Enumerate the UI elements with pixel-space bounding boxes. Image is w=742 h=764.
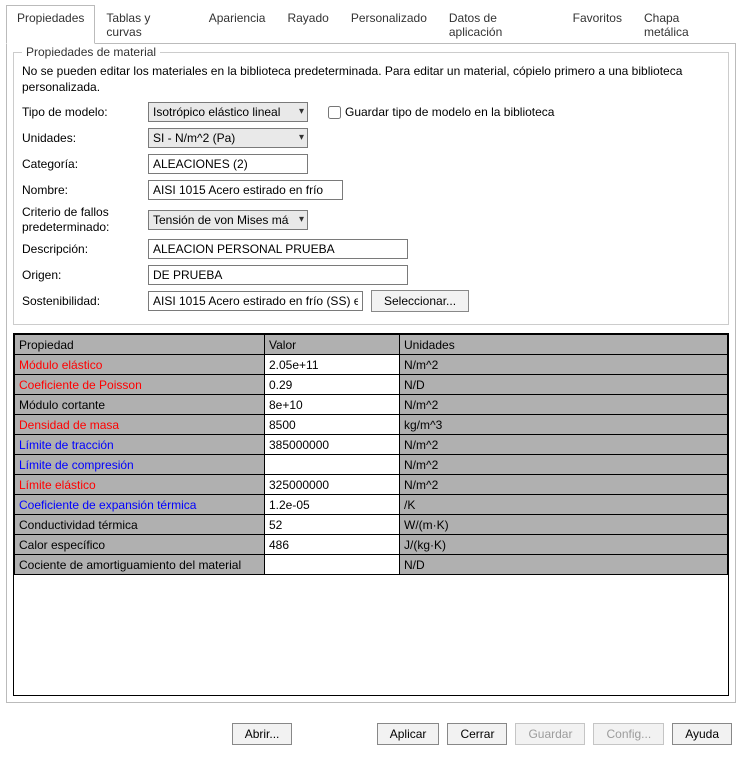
prop-value-cell[interactable]: 8e+10 [265, 395, 400, 415]
select-unidades[interactable] [148, 128, 308, 148]
label-unidades: Unidades: [22, 131, 148, 145]
prop-name-cell: Cociente de amortiguamiento del material [15, 555, 265, 575]
prop-value-cell[interactable]: 486 [265, 535, 400, 555]
col-unidades: Unidades [400, 335, 728, 355]
prop-name-cell: Límite elástico [15, 475, 265, 495]
tab-favoritos[interactable]: Favoritos [562, 5, 633, 44]
tab-bar: PropiedadesTablas y curvasAparienciaRaya… [6, 4, 736, 44]
label-sostenibilidad: Sostenibilidad: [22, 294, 148, 308]
label-guardar-tipo: Guardar tipo de modelo en la biblioteca [345, 105, 554, 119]
ayuda-button[interactable]: Ayuda [672, 723, 732, 745]
cerrar-button[interactable]: Cerrar [447, 723, 507, 745]
table-row: Coeficiente de expansión térmica1.2e-05/… [15, 495, 728, 515]
prop-name-cell: Coeficiente de Poisson [15, 375, 265, 395]
tab-apariencia[interactable]: Apariencia [198, 5, 277, 44]
material-props-fieldset: Propiedades de material No se pueden edi… [13, 52, 729, 325]
tab-rayado[interactable]: Rayado [276, 5, 339, 44]
prop-units-cell[interactable]: N/m^2 [400, 455, 728, 475]
aplicar-button[interactable]: Aplicar [377, 723, 440, 745]
abrir-button[interactable]: Abrir... [232, 723, 293, 745]
prop-name-cell: Módulo cortante [15, 395, 265, 415]
tab-tablas-y-curvas[interactable]: Tablas y curvas [95, 5, 197, 44]
prop-value-cell[interactable]: 325000000 [265, 475, 400, 495]
prop-value-cell[interactable] [265, 455, 400, 475]
table-row: Conductividad térmica52W/(m·K) [15, 515, 728, 535]
prop-units-cell[interactable]: N/m^2 [400, 435, 728, 455]
config-button[interactable]: Config... [593, 723, 664, 745]
prop-units-cell[interactable]: /K [400, 495, 728, 515]
checkbox-guardar-tipo[interactable] [328, 106, 341, 119]
tab-propiedades[interactable]: Propiedades [6, 5, 95, 44]
label-origen: Origen: [22, 268, 148, 282]
label-nombre: Nombre: [22, 183, 148, 197]
label-descripcion: Descripción: [22, 242, 148, 256]
col-valor: Valor [265, 335, 400, 355]
prop-name-cell: Calor específico [15, 535, 265, 555]
prop-name-cell: Conductividad térmica [15, 515, 265, 535]
prop-units-cell[interactable]: N/m^2 [400, 395, 728, 415]
table-empty-area [14, 575, 728, 695]
tab-personalizado[interactable]: Personalizado [340, 5, 438, 44]
prop-name-cell: Módulo elástico [15, 355, 265, 375]
table-row: Cociente de amortiguamiento del material… [15, 555, 728, 575]
label-criterio: Criterio de fallos predeterminado: [22, 205, 148, 234]
prop-name-cell: Límite de tracción [15, 435, 265, 455]
input-origen[interactable] [148, 265, 408, 285]
guardar-button[interactable]: Guardar [515, 723, 585, 745]
info-text: No se pueden editar los materiales en la… [22, 63, 720, 95]
prop-name-cell: Límite de compresión [15, 455, 265, 475]
input-categoria[interactable] [148, 154, 308, 174]
prop-value-cell[interactable]: 0.29 [265, 375, 400, 395]
fieldset-legend: Propiedades de material [22, 45, 160, 59]
seleccionar-button[interactable]: Seleccionar... [371, 290, 469, 312]
table-row: Calor específico486J/(kg·K) [15, 535, 728, 555]
prop-units-cell[interactable]: W/(m·K) [400, 515, 728, 535]
input-nombre[interactable] [148, 180, 343, 200]
prop-value-cell[interactable]: 2.05e+11 [265, 355, 400, 375]
prop-value-cell[interactable]: 8500 [265, 415, 400, 435]
prop-units-cell[interactable]: N/m^2 [400, 475, 728, 495]
table-row: Módulo elástico2.05e+11N/m^2 [15, 355, 728, 375]
select-criterio[interactable] [148, 210, 308, 230]
tab-datos-de-aplicaci-n[interactable]: Datos de aplicación [438, 5, 562, 44]
property-table: Propiedad Valor Unidades Módulo elástico… [14, 334, 728, 575]
prop-value-cell[interactable] [265, 555, 400, 575]
label-categoria: Categoría: [22, 157, 148, 171]
tab-chapa-met-lica[interactable]: Chapa metálica [633, 5, 736, 44]
table-row: Densidad de masa8500kg/m^3 [15, 415, 728, 435]
prop-value-cell[interactable]: 1.2e-05 [265, 495, 400, 515]
input-sostenibilidad[interactable] [148, 291, 363, 311]
prop-units-cell[interactable]: kg/m^3 [400, 415, 728, 435]
prop-name-cell: Coeficiente de expansión térmica [15, 495, 265, 515]
table-row: Coeficiente de Poisson0.29N/D [15, 375, 728, 395]
prop-name-cell: Densidad de masa [15, 415, 265, 435]
select-tipo-modelo[interactable] [148, 102, 308, 122]
table-row: Límite de compresión N/m^2 [15, 455, 728, 475]
table-row: Módulo cortante8e+10N/m^2 [15, 395, 728, 415]
prop-units-cell[interactable]: N/m^2 [400, 355, 728, 375]
properties-panel: Propiedades de material No se pueden edi… [6, 44, 736, 703]
table-row: Límite elástico325000000N/m^2 [15, 475, 728, 495]
prop-units-cell[interactable]: N/D [400, 375, 728, 395]
table-row: Límite de tracción385000000N/m^2 [15, 435, 728, 455]
prop-value-cell[interactable]: 385000000 [265, 435, 400, 455]
input-descripcion[interactable] [148, 239, 408, 259]
prop-units-cell[interactable]: N/D [400, 555, 728, 575]
property-table-wrap: Propiedad Valor Unidades Módulo elástico… [13, 333, 729, 696]
footer-button-bar: Abrir... Aplicar Cerrar Guardar Config..… [0, 703, 742, 757]
prop-value-cell[interactable]: 52 [265, 515, 400, 535]
col-propiedad: Propiedad [15, 335, 265, 355]
label-tipo-modelo: Tipo de modelo: [22, 105, 148, 119]
prop-units-cell[interactable]: J/(kg·K) [400, 535, 728, 555]
